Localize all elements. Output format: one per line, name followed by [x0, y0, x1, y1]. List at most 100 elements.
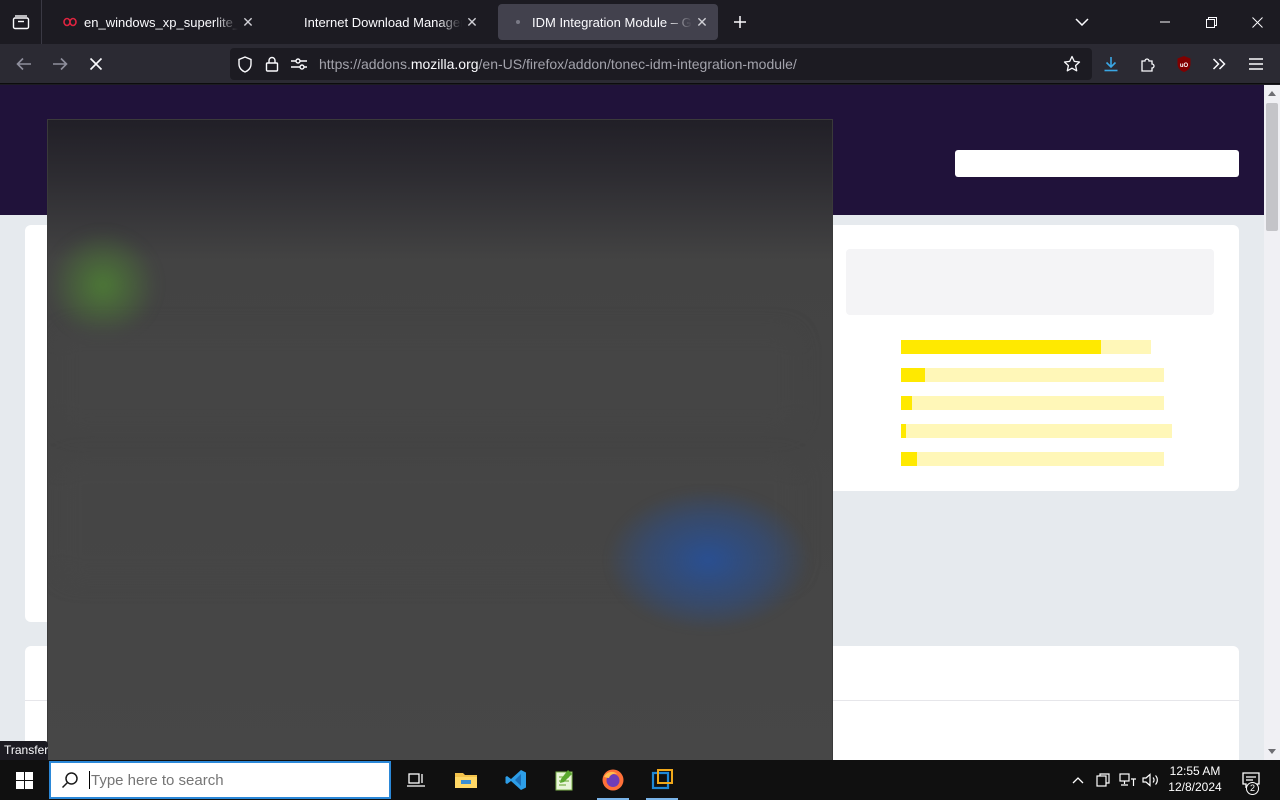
chevron-up-icon — [1072, 777, 1084, 784]
scroll-up-arrow-icon[interactable] — [1264, 87, 1280, 99]
chevron-down-icon — [1075, 18, 1089, 26]
firefox-button[interactable] — [589, 760, 637, 800]
loop-icon — [62, 14, 78, 30]
forward-button[interactable] — [46, 50, 74, 78]
clock-time: 12:55 AM — [1169, 764, 1221, 778]
close-window-button[interactable] — [1234, 0, 1280, 44]
tab-windows-xp[interactable]: en_windows_xp_superlite_full_x64 ✕ — [50, 4, 264, 40]
extensions-button[interactable] — [1134, 50, 1162, 78]
close-tab-icon[interactable]: ✕ — [692, 12, 712, 32]
ublock-origin-button[interactable]: uO — [1170, 50, 1198, 78]
tab-idm-integration[interactable]: IDM Integration Module – Get this Extens… — [498, 4, 718, 40]
windows-logo-icon — [15, 771, 33, 789]
rating-bar[interactable] — [901, 396, 1164, 410]
tab-title: IDM Integration Module – Get this Extens… — [532, 14, 692, 30]
rating-summary — [846, 249, 1214, 315]
loading-icon — [510, 14, 526, 30]
permissions-icon[interactable] — [290, 55, 308, 73]
tab-strip: en_windows_xp_superlite_full_x64 ✕ Inter… — [0, 0, 1280, 44]
volume-icon[interactable] — [1140, 760, 1162, 800]
rating-bar-fill — [901, 424, 906, 438]
page-content — [0, 85, 1264, 760]
show-hidden-icons-button[interactable] — [1068, 760, 1088, 800]
firefox-icon — [602, 769, 624, 791]
vscode-button[interactable] — [492, 760, 540, 800]
notepad-plus-button[interactable] — [540, 760, 588, 800]
restore-icon — [1205, 16, 1217, 28]
close-icon — [1251, 16, 1263, 28]
close-tab-icon[interactable]: ✕ — [462, 12, 482, 32]
url-host: mozilla.org — [410, 56, 479, 72]
notification-count-badge: 2 — [1246, 782, 1259, 795]
blurred-logo — [48, 230, 158, 340]
minimize-button[interactable] — [1142, 0, 1188, 44]
blurred-content — [58, 330, 798, 430]
taskbar-clock[interactable]: 12:55 AM 12/8/2024 — [1160, 763, 1230, 795]
status-panel: Transferring data from addons.mozilla.or… — [0, 741, 48, 760]
rating-bar[interactable] — [901, 424, 1172, 438]
ratings-card — [833, 225, 1239, 491]
plus-icon — [734, 16, 746, 28]
vscode-icon — [505, 770, 526, 790]
task-view-button[interactable] — [392, 760, 440, 800]
search-icon — [51, 771, 89, 789]
file-explorer-icon — [455, 773, 477, 788]
back-button[interactable] — [10, 50, 38, 78]
rating-bar-fill — [901, 368, 925, 382]
taskbar-search-box[interactable] — [49, 761, 391, 799]
scroll-down-arrow-icon[interactable] — [1264, 745, 1280, 757]
virtualbox-button[interactable] — [638, 760, 686, 800]
rating-bar-fill — [901, 452, 917, 466]
blurred-dialog-overlay — [47, 119, 833, 760]
navigation-toolbar: https://addons.mozilla.org/en-US/firefox… — [0, 44, 1280, 84]
lock-icon[interactable] — [263, 55, 281, 73]
hamburger-icon — [1249, 58, 1263, 70]
puzzle-icon — [1141, 58, 1155, 72]
url-text[interactable]: https://addons.mozilla.org/en-US/firefox… — [319, 56, 797, 72]
app-menu-button[interactable] — [1242, 50, 1270, 78]
page-scrollbar[interactable] — [1264, 85, 1280, 760]
tab-idm-already[interactable]: Internet Download Manager is already ✕ — [274, 4, 488, 40]
rating-bar[interactable] — [901, 368, 1164, 382]
downloads-button[interactable] — [1097, 50, 1125, 78]
stop-button[interactable] — [82, 50, 110, 78]
tracking-protection-shield-icon[interactable] — [236, 55, 254, 73]
rating-bar[interactable] — [901, 452, 1164, 466]
arrow-right-icon — [53, 57, 68, 71]
svg-text:uO: uO — [1180, 63, 1189, 69]
start-button[interactable] — [0, 760, 48, 800]
clock-date: 12/8/2024 — [1168, 780, 1222, 794]
tab-title: en_windows_xp_superlite_full_x64 — [84, 14, 238, 30]
list-all-tabs-button[interactable] — [1070, 10, 1094, 34]
overflow-menu-button[interactable] — [1205, 50, 1233, 78]
bookmark-star-icon[interactable] — [1063, 55, 1081, 73]
rating-bar-fill — [901, 396, 912, 410]
blurred-button — [608, 490, 808, 630]
close-tab-icon[interactable]: ✕ — [238, 12, 258, 32]
search-input[interactable] — [91, 771, 389, 789]
rating-bar[interactable] — [901, 340, 1151, 354]
download-icon — [1104, 57, 1118, 72]
task-view-icon — [407, 773, 425, 787]
notepad-plus-icon — [555, 770, 573, 791]
new-tab-button[interactable] — [728, 10, 752, 34]
text-caret — [89, 771, 90, 789]
minimize-icon — [1160, 21, 1170, 23]
network-icon[interactable] — [1116, 760, 1140, 800]
blank-favicon — [286, 14, 304, 30]
firefox-view-icon — [12, 15, 29, 30]
restore-button[interactable] — [1188, 0, 1234, 44]
file-explorer-button[interactable] — [442, 760, 490, 800]
windows-taskbar: 12:55 AM 12/8/2024 2 — [0, 760, 1280, 800]
rating-bar-fill — [901, 340, 1101, 354]
url-bar[interactable]: https://addons.mozilla.org/en-US/firefox… — [230, 48, 1092, 80]
url-prefix: https://addons. — [319, 56, 411, 72]
ublock-origin-icon: uO — [1177, 56, 1191, 72]
firefox-view-button[interactable] — [0, 0, 42, 44]
tray-window-icon[interactable] — [1092, 760, 1114, 800]
double-chevron-right-icon — [1212, 58, 1226, 70]
scroll-thumb[interactable] — [1266, 103, 1278, 231]
stop-icon — [89, 57, 103, 71]
tab-title: Internet Download Manager is already — [304, 14, 462, 30]
addons-search-input[interactable] — [955, 150, 1239, 177]
